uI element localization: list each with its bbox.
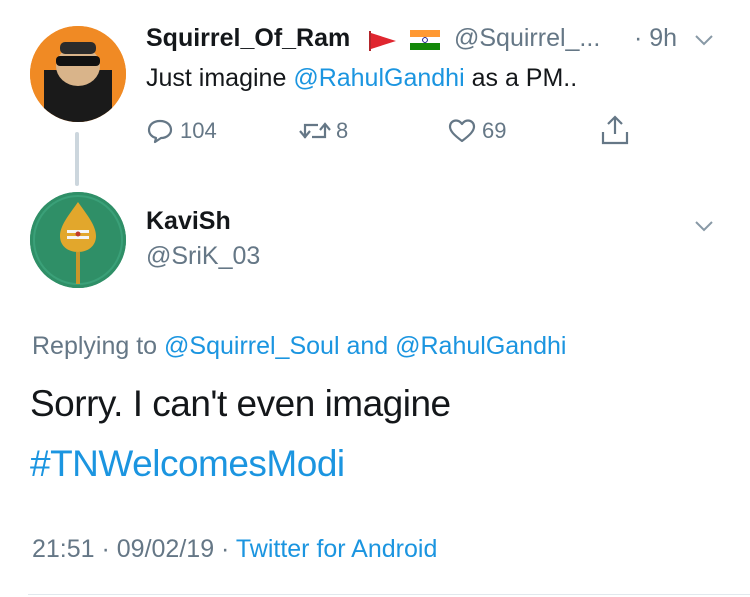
reply-handle[interactable]: @SriK_03 xyxy=(146,240,260,272)
reply-avatar[interactable] xyxy=(30,192,126,288)
reply-display-name[interactable]: KaviSh xyxy=(146,205,231,237)
parent-mention-link[interactable]: @RahulGandhi xyxy=(293,64,464,92)
reply-meta: 21:51 · 09/02/19 · Twitter for Android xyxy=(32,533,437,565)
chevron-down-icon[interactable] xyxy=(694,33,714,47)
replying-user2-link[interactable]: @RahulGandhi xyxy=(395,332,566,360)
divider xyxy=(28,594,750,595)
reply-timestamp: 21:51 · 09/02/19 · xyxy=(32,535,230,563)
parent-display-name[interactable]: Squirrel_Of_Ram xyxy=(146,22,350,54)
replying-and: and xyxy=(346,332,389,360)
parent-text-after: as a PM.. xyxy=(471,64,578,92)
india-flag-icon xyxy=(410,30,440,50)
reply-chevron-down-icon[interactable] xyxy=(694,219,714,233)
reply-icon xyxy=(147,119,173,144)
like-icon xyxy=(448,119,476,143)
replying-prefix: Replying to xyxy=(32,332,158,360)
replying-user1-link[interactable]: @Squirrel_Soul xyxy=(164,332,339,360)
reply-text: Sorry. I can't even imagine xyxy=(30,383,451,424)
replying-to-line: Replying to @Squirrel_Soul and @RahulGan… xyxy=(32,330,566,362)
reply-source-link[interactable]: Twitter for Android xyxy=(236,535,437,563)
share-icon xyxy=(601,115,629,145)
parent-avatar[interactable] xyxy=(30,26,126,122)
parent-avatar-image xyxy=(30,26,126,122)
thread-line xyxy=(75,132,79,186)
red-flag-icon xyxy=(368,31,398,51)
retweet-count: 8 xyxy=(336,118,349,143)
parent-tweet-text: Just imagine @RahulGandhi as a PM.. xyxy=(146,62,577,94)
parent-text-before: Just imagine xyxy=(146,64,287,92)
parent-handle[interactable]: @Squirrel_... xyxy=(454,22,600,54)
reply-avatar-image xyxy=(30,192,126,288)
hashtag-link[interactable]: #TNWelcomesModi xyxy=(30,440,345,488)
retweet-icon xyxy=(299,122,331,139)
parent-time[interactable]: · 9h xyxy=(634,22,677,54)
like-button[interactable]: 69 xyxy=(448,116,506,146)
retweet-button[interactable]: 8 xyxy=(298,116,348,146)
share-button[interactable] xyxy=(600,114,630,146)
reply-count: 104 xyxy=(180,118,217,143)
like-count: 69 xyxy=(482,118,507,143)
reply-button[interactable]: 104 xyxy=(146,116,217,146)
